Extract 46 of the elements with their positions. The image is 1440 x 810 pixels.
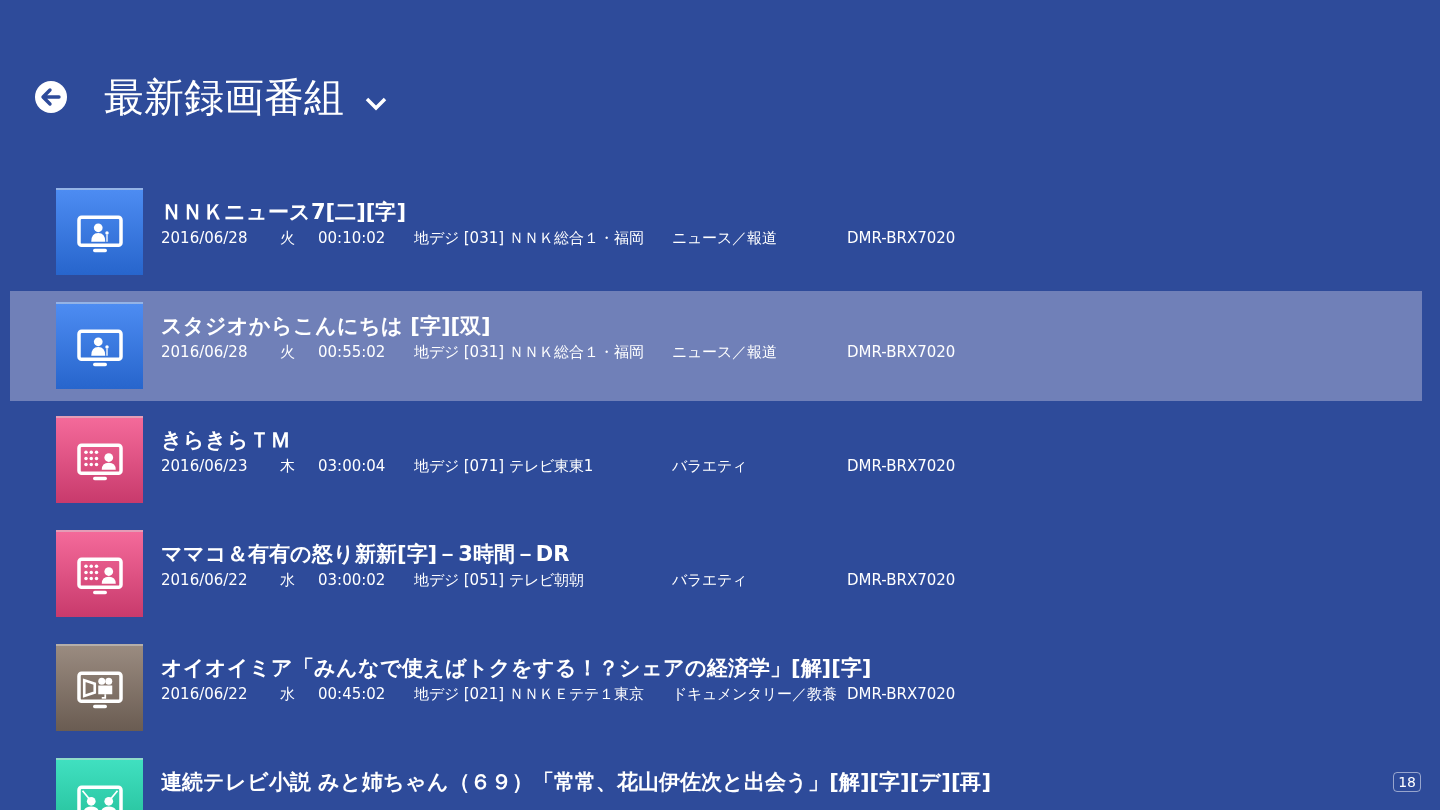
device-text: DMR-BRX7020 bbox=[847, 684, 956, 705]
device-text: DMR-BRX7020 bbox=[847, 456, 956, 477]
date-text: 2016/06/22 bbox=[161, 570, 249, 591]
genre-text: ニュース／報道 bbox=[672, 342, 778, 363]
date-text: 2016/06/28 bbox=[161, 342, 249, 363]
duration-text: 03:00:02 bbox=[318, 570, 387, 591]
recording-row[interactable]: ママコ＆有有の怒り新新[字]－3時間－DR 2016/06/22 水 03:00:02 地デジ [051] テレビ朝朝 バラエティ DMR-BRX7020 bbox=[10, 519, 1390, 629]
genre-text: ドキュメンタリー／教養 bbox=[672, 684, 838, 705]
weekday-text: 水 bbox=[280, 570, 296, 591]
date-text: 2016/06/28 bbox=[161, 228, 249, 249]
program-title: スタジオからこんにちは [字][双] bbox=[161, 313, 492, 340]
channel-text: 地デジ [051] テレビ朝朝 bbox=[414, 570, 585, 591]
weekday-text: 火 bbox=[280, 342, 296, 363]
page-count: 18 bbox=[1393, 772, 1421, 792]
recording-row[interactable]: 連続テレビ小説 みと姉ちゃん（６９）「常常、花山伊佐次と出会う」[解][字][デ][再] bbox=[10, 747, 1390, 810]
device-text: DMR-BRX7020 bbox=[847, 570, 956, 591]
weekday-text: 木 bbox=[280, 456, 296, 477]
genre-text: ニュース／報道 bbox=[672, 228, 778, 249]
weekday-text: 水 bbox=[280, 684, 296, 705]
date-text: 2016/06/22 bbox=[161, 684, 249, 705]
channel-text: 地デジ [021] ＮＮＫＥテテ１東京 bbox=[414, 684, 645, 705]
program-title: オイオイミア「みんなで使えばトクをする！？シェアの経済学」[解][字] bbox=[161, 655, 873, 682]
recording-row[interactable]: スタジオからこんにちは [字][双] 2016/06/28 火 00:55:02 地デジ [031] ＮＮＫ総合１・福岡 ニュース／報道 DMR-BRX7020 bbox=[10, 291, 1422, 401]
weekday-text: 火 bbox=[280, 228, 296, 249]
program-title: ママコ＆有有の怒り新新[字]－3時間－DR bbox=[161, 541, 571, 568]
recording-row[interactable]: きらきらＴＭ 2016/06/23 木 03:00:04 地デジ [071] テレビ東東1 バラエティ DMR-BRX7020 bbox=[10, 405, 1390, 515]
duration-text: 00:45:02 bbox=[318, 684, 387, 705]
device-text: DMR-BRX7020 bbox=[847, 342, 956, 363]
genre-text: バラエティ bbox=[672, 570, 748, 591]
duration-text: 00:10:02 bbox=[318, 228, 387, 249]
duration-text: 03:00:04 bbox=[318, 456, 387, 477]
genre-text: バラエティ bbox=[672, 456, 748, 477]
date-text: 2016/06/23 bbox=[161, 456, 249, 477]
back-icon[interactable] bbox=[33, 79, 69, 115]
page-title: 最新録画番組 bbox=[104, 73, 344, 121]
program-title: ＮＮＫニュース7[二][字] bbox=[161, 199, 407, 226]
recording-row[interactable]: オイオイミア「みんなで使えばトクをする！？シェアの経済学」[解][字] 2016/06/22 水 00:45:02 地デジ [021] ＮＮＫＥテテ１東京 ドキュメンタリー／教養 DMR-BRX7020 bbox=[10, 633, 1390, 743]
chevron-down-icon[interactable] bbox=[364, 96, 388, 112]
channel-text: 地デジ [031] ＮＮＫ総合１・福岡 bbox=[414, 342, 645, 363]
channel-text: 地デジ [071] テレビ東東1 bbox=[414, 456, 595, 477]
program-title: きらきらＴＭ bbox=[161, 427, 292, 454]
program-title: 連続テレビ小説 みと姉ちゃん（６９）「常常、花山伊佐次と出会う」[解][字][デ][再] bbox=[161, 769, 992, 796]
channel-text: 地デジ [031] ＮＮＫ総合１・福岡 bbox=[414, 228, 645, 249]
recording-row[interactable]: ＮＮＫニュース7[二][字] 2016/06/28 火 00:10:02 地デジ [031] ＮＮＫ総合１・福岡 ニュース／報道 DMR-BRX7020 bbox=[10, 177, 1390, 287]
duration-text: 00:55:02 bbox=[318, 342, 387, 363]
device-text: DMR-BRX7020 bbox=[847, 228, 956, 249]
